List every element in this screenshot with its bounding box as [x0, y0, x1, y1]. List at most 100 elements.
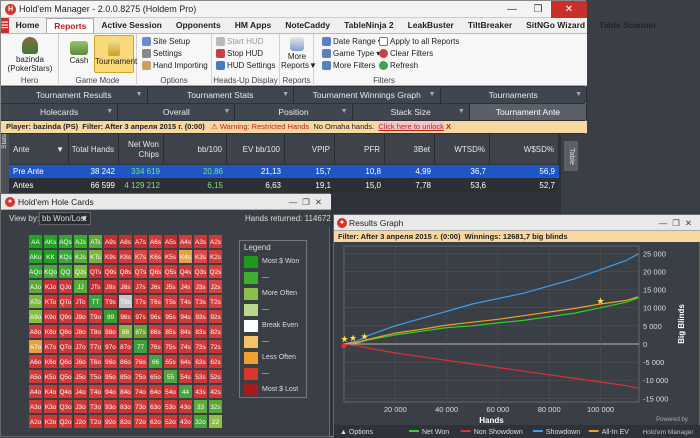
menu-hm-apps[interactable]: HM Apps	[228, 18, 279, 33]
hand-cell[interactable]: 63o	[148, 399, 163, 414]
start-hud-button[interactable]: Start HUD	[216, 37, 263, 46]
hand-cell[interactable]: 66	[148, 354, 163, 369]
hand-cell[interactable]: 42s	[208, 384, 223, 399]
hand-cell[interactable]: T3s	[193, 294, 208, 309]
hand-cell[interactable]: Q3s	[193, 264, 208, 279]
hand-cell[interactable]: AJs	[73, 234, 88, 249]
apply-all-reports-checkbox[interactable]: Apply to all Reports	[379, 37, 459, 46]
menu-table-scanner[interactable]: Table Scanner	[592, 18, 663, 33]
cash-button[interactable]: Cash	[64, 35, 94, 65]
hand-cell[interactable]: A9o	[28, 309, 43, 324]
hand-cell[interactable]: AKs	[43, 234, 58, 249]
hand-cell[interactable]: 53s	[193, 369, 208, 384]
tournament-button[interactable]: Tournament	[94, 35, 137, 73]
table-sidebar-tab[interactable]: Table	[564, 141, 578, 171]
hand-cell[interactable]: 93o	[103, 399, 118, 414]
hand-cell[interactable]: 97s	[133, 309, 148, 324]
hand-cell[interactable]: JTo	[73, 294, 88, 309]
hand-cell[interactable]: ATs	[88, 234, 103, 249]
hand-cell[interactable]: 92o	[103, 414, 118, 429]
settings-button[interactable]: Settings	[142, 49, 182, 58]
hand-cell[interactable]: KTs	[88, 249, 103, 264]
hand-cell[interactable]: 85o	[118, 369, 133, 384]
hand-cell[interactable]: J6s	[148, 279, 163, 294]
hand-cell[interactable]: 82o	[118, 414, 133, 429]
table-row[interactable]: Antes 66 599 4 129 212 6,15 6,63 19,1 15…	[9, 179, 559, 192]
hand-cell[interactable]: 65o	[148, 369, 163, 384]
hand-cell[interactable]: A7o	[28, 339, 43, 354]
hand-cell[interactable]: 44	[178, 384, 193, 399]
stats-sidebar-tab[interactable]: Stats	[1, 134, 9, 194]
hand-cell[interactable]: 95o	[103, 369, 118, 384]
hand-cell[interactable]: K9s	[103, 249, 118, 264]
close-button[interactable]: ✕	[551, 1, 587, 18]
hand-cell[interactable]: T8o	[88, 324, 103, 339]
hand-cell[interactable]: 98o	[103, 324, 118, 339]
hand-cell[interactable]: QJs	[73, 264, 88, 279]
stop-hud-button[interactable]: Stop HUD	[216, 49, 263, 58]
hand-cell[interactable]: KTo	[43, 294, 58, 309]
site-setup-button[interactable]: Site Setup	[142, 37, 190, 46]
hand-cell[interactable]: 64o	[148, 384, 163, 399]
hand-cell[interactable]: 97o	[103, 339, 118, 354]
hand-cell[interactable]: 43o	[178, 399, 193, 414]
refresh-button[interactable]: Refresh	[379, 61, 418, 70]
hand-importing-button[interactable]: Hand Importing	[142, 61, 208, 70]
hand-cell[interactable]: KQs	[58, 249, 73, 264]
tab-position[interactable]: Position ▼	[235, 104, 353, 120]
hand-cell[interactable]: J7o	[73, 339, 88, 354]
hand-cell[interactable]: QJo	[58, 279, 73, 294]
hand-cell[interactable]: K7s	[133, 249, 148, 264]
hand-cell[interactable]: T9o	[88, 309, 103, 324]
more-reports-button[interactable]: More Reports▼	[281, 35, 317, 70]
hand-cell[interactable]: AJo	[28, 279, 43, 294]
hand-cell[interactable]: J8s	[118, 279, 133, 294]
hand-cell[interactable]: A7s	[133, 234, 148, 249]
hand-cell[interactable]: Q8s	[118, 264, 133, 279]
hand-cell[interactable]: AKo	[28, 249, 43, 264]
game-type-button[interactable]: Game Type▾	[322, 49, 380, 58]
close-button[interactable]: ✕	[315, 197, 327, 207]
col-total-hands[interactable]: Total Hands	[69, 134, 119, 164]
hand-cell[interactable]: 32s	[208, 399, 223, 414]
col-wsd[interactable]: W$SD%	[490, 134, 559, 164]
hand-cell[interactable]: QTo	[58, 294, 73, 309]
hand-cell[interactable]: 88	[118, 324, 133, 339]
hand-cell[interactable]: T6s	[148, 294, 163, 309]
hand-cell[interactable]: 85s	[163, 324, 178, 339]
hand-cell[interactable]: J2s	[208, 279, 223, 294]
hand-cell[interactable]: Q3o	[58, 399, 73, 414]
tab-tournament-ante[interactable]: Tournament Ante	[469, 104, 588, 120]
hand-cell[interactable]: T3o	[88, 399, 103, 414]
hand-cell[interactable]: 83o	[118, 399, 133, 414]
hand-cell[interactable]: 43s	[193, 384, 208, 399]
hand-cell[interactable]: Q7s	[133, 264, 148, 279]
minimize-button[interactable]: —	[659, 218, 673, 228]
hand-cell[interactable]: 75o	[133, 369, 148, 384]
hand-cell[interactable]: T6o	[88, 354, 103, 369]
hand-cell[interactable]: J7s	[133, 279, 148, 294]
hand-cell[interactable]: T2o	[88, 414, 103, 429]
file-menu-button[interactable]: ☰	[1, 18, 9, 33]
hand-cell[interactable]: 55	[163, 369, 178, 384]
hand-cell[interactable]: K5o	[43, 369, 58, 384]
hand-cell[interactable]: 87s	[133, 324, 148, 339]
hand-cell[interactable]: 86s	[148, 324, 163, 339]
maximize-button[interactable]: ❐	[525, 1, 551, 18]
hand-cell[interactable]: 77	[133, 339, 148, 354]
hand-cell[interactable]: 74o	[133, 384, 148, 399]
date-range-button[interactable]: Date Range▾	[322, 37, 382, 46]
hand-cell[interactable]: K9o	[43, 309, 58, 324]
hand-cell[interactable]: K3o	[43, 399, 58, 414]
hand-cell[interactable]: K4s	[178, 249, 193, 264]
tab-tournament-stats[interactable]: Tournament Stats ▼	[148, 87, 294, 103]
hand-cell[interactable]: 32o	[193, 414, 208, 429]
hand-cell[interactable]: 33	[193, 399, 208, 414]
minimize-button[interactable]: —	[499, 1, 525, 18]
more-filters-button[interactable]: More Filters	[322, 61, 375, 70]
hand-cell[interactable]: QTs	[88, 264, 103, 279]
close-warning-button[interactable]: X	[446, 122, 451, 131]
viewby-select[interactable]: bb Won/Lost ▼	[39, 212, 91, 225]
hand-cell[interactable]: A2o	[28, 414, 43, 429]
tab-holecards[interactable]: Holecards ▼	[1, 104, 119, 120]
